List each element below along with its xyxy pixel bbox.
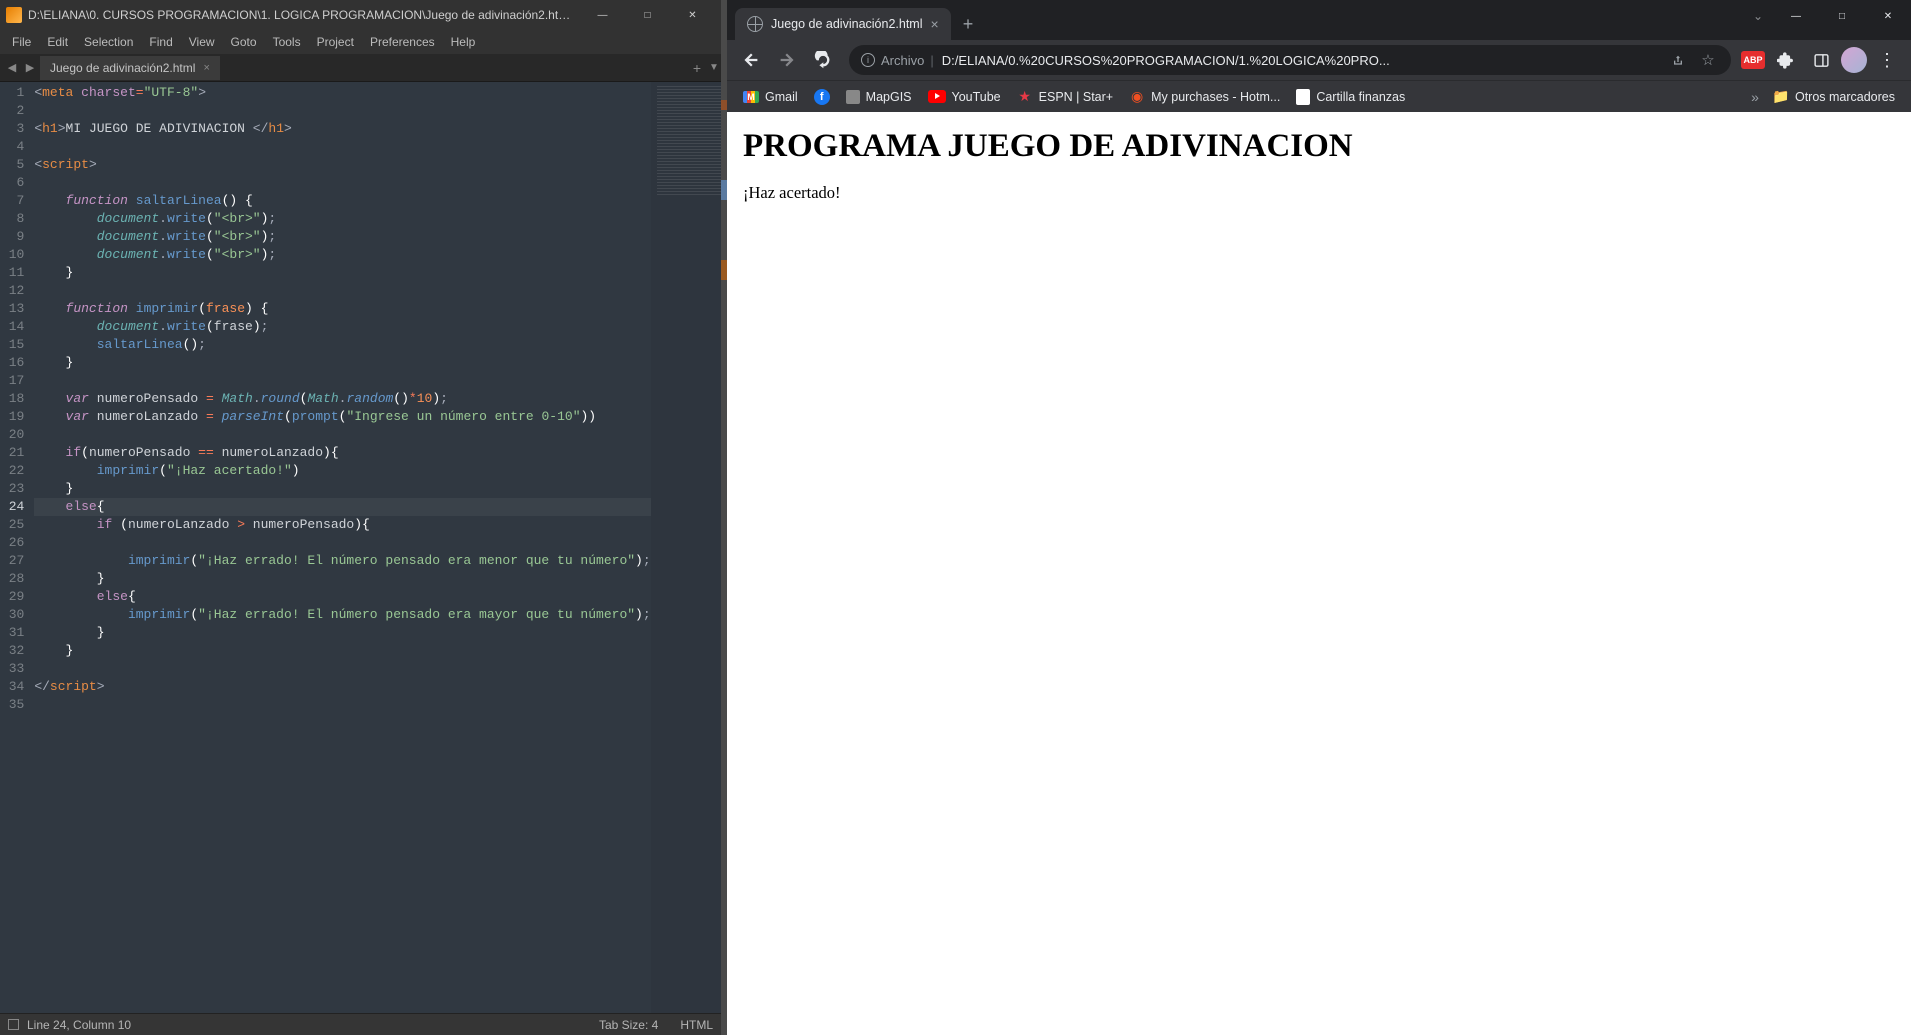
chrome-titlebar: Juego de adivinación2.html × + ⌄ ― □ ✕ [727,0,1911,112]
url-scheme: Archivo [881,53,924,68]
minimize-button[interactable]: ― [1773,0,1819,32]
bookmark-cartilla-finanzas[interactable]: Cartilla finanzas [1288,85,1413,109]
line-gutter: 1234567891011121314151617181920212223242… [0,82,34,1013]
back-button[interactable] [735,44,767,76]
bookmarks-bar: GmailfMapGISYouTube★ESPN | Star+◉My purc… [727,80,1911,112]
minimap[interactable] [651,82,721,1013]
bookmark-gmail[interactable]: Gmail [735,86,806,108]
tab-dropdown-icon[interactable]: ▼ [707,62,721,73]
reload-button[interactable] [807,44,839,76]
bookmarks-overflow-icon[interactable]: » [1745,89,1765,105]
page-heading: PROGRAMA JUEGO DE ADIVINACION [743,128,1895,165]
folder-icon: 📁 [1773,89,1789,105]
tab-nav-back-icon[interactable]: ◀ [4,60,20,76]
sidepanel-icon[interactable] [1805,44,1837,76]
sublime-app-icon [6,7,22,23]
cursor-position: Line 24, Column 10 [27,1018,131,1032]
menu-find[interactable]: Find [141,33,180,51]
globe-icon [747,16,763,32]
chrome-tab-strip: Juego de adivinación2.html × + ⌄ ― □ ✕ [727,0,1911,40]
extensions-icon[interactable] [1769,44,1801,76]
sublime-window: D:\ELIANA\0. CURSOS PROGRAMACION\1. LOGI… [0,0,721,1035]
minimize-button[interactable]: ― [580,0,625,30]
kebab-menu-icon[interactable]: ⋮ [1871,44,1903,76]
browser-toolbar: i Archivo | D:/ELIANA/0.%20CURSOS%20PROG… [727,40,1911,80]
bookmark-youtube[interactable]: YouTube [920,86,1009,108]
minimap-preview [657,86,721,196]
share-icon[interactable] [1667,45,1689,75]
syntax-mode[interactable]: HTML [680,1018,713,1032]
page-content: PROGRAMA JUEGO DE ADIVINACION ¡Haz acert… [727,112,1911,1035]
tab-close-icon[interactable]: × [931,17,939,31]
address-bar[interactable]: i Archivo | D:/ELIANA/0.%20CURSOS%20PROG… [849,45,1731,75]
sublime-title-bar[interactable]: D:\ELIANA\0. CURSOS PROGRAMACION\1. LOGI… [0,0,721,30]
site-info-icon[interactable]: i Archivo | [861,53,934,68]
tab-close-icon[interactable]: × [203,62,209,74]
menu-preferences[interactable]: Preferences [362,33,443,51]
menu-tools[interactable]: Tools [265,33,309,51]
file-tab-label: Juego de adivinación2.html [50,61,195,75]
url-text: D:/ELIANA/0.%20CURSOS%20PROGRAMACION/1.%… [942,53,1659,68]
tab-nav-forward-icon[interactable]: ▶ [22,60,38,76]
menu-help[interactable]: Help [443,33,484,51]
browser-tab[interactable]: Juego de adivinación2.html × [735,8,951,40]
maximize-button[interactable]: □ [625,0,670,30]
editor-area[interactable]: 1234567891011121314151617181920212223242… [0,82,721,1013]
menu-file[interactable]: File [4,33,39,51]
window-title: D:\ELIANA\0. CURSOS PROGRAMACION\1. LOGI… [28,8,580,22]
status-panel-icon[interactable] [8,1019,19,1030]
menu-selection[interactable]: Selection [76,33,141,51]
profile-avatar[interactable] [1841,47,1867,73]
close-button[interactable]: ✕ [1865,0,1911,32]
status-bar: Line 24, Column 10 Tab Size: 4 HTML [0,1013,721,1035]
forward-button[interactable] [771,44,803,76]
bookmark-espn-star-[interactable]: ★ESPN | Star+ [1009,85,1121,109]
bookmark-my-purchases-hotm-[interactable]: ◉My purchases - Hotm... [1121,85,1288,109]
menu-edit[interactable]: Edit [39,33,76,51]
editor-tab-row: ◀ ▶ Juego de adivinación2.html × + ▼ [0,54,721,82]
menu-bar: FileEditSelectionFindViewGotoToolsProjec… [0,30,721,54]
tab-title: Juego de adivinación2.html [771,17,923,31]
code-content[interactable]: <meta charset="UTF-8"> <h1>MI JUEGO DE A… [34,82,650,1013]
bookmark-star-icon[interactable]: ☆ [1697,45,1719,75]
abp-extension-icon[interactable]: ABP [1741,51,1765,69]
page-text: ¡Haz acertado! [743,183,1895,203]
close-button[interactable]: ✕ [670,0,715,30]
menu-goto[interactable]: Goto [223,33,265,51]
maximize-button[interactable]: □ [1819,0,1865,32]
menu-view[interactable]: View [181,33,223,51]
tab-search-icon[interactable]: ⌄ [1743,0,1773,32]
tab-size[interactable]: Tab Size: 4 [599,1018,658,1032]
other-bookmarks-label: Otros marcadores [1795,90,1895,104]
new-tab-button[interactable]: + [687,60,707,76]
new-tab-button[interactable]: + [951,8,986,40]
bookmark-fb[interactable]: f [806,85,838,109]
bookmark-mapgis[interactable]: MapGIS [838,86,920,108]
chrome-window: Juego de adivinación2.html × + ⌄ ― □ ✕ [727,0,1911,1035]
other-bookmarks-folder[interactable]: 📁 Otros marcadores [1765,85,1903,109]
file-tab[interactable]: Juego de adivinación2.html × [40,56,220,80]
menu-project[interactable]: Project [309,33,362,51]
